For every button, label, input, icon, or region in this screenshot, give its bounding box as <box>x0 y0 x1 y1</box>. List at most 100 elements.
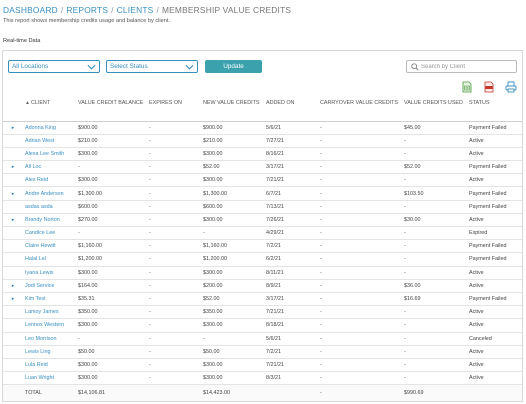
status-text: Active <box>467 213 522 228</box>
new-value-credits: $300.00 <box>201 318 264 333</box>
carryover-credits: - <box>318 266 402 280</box>
client-name-link[interactable]: Kim Test <box>23 292 76 307</box>
value-credit-balance: $210.00 <box>76 134 147 148</box>
value-credits-used: $52.00 <box>402 160 467 175</box>
expand-row-icon[interactable]: ▸ <box>3 186 23 201</box>
export-pdf-icon[interactable] <box>483 80 495 93</box>
client-name-link[interactable]: Jodi Service <box>23 279 76 293</box>
value-credit-balance: $300.00 <box>76 371 147 386</box>
client-search[interactable] <box>406 60 517 73</box>
added-on: 8/9/21 <box>264 279 318 293</box>
client-name-link[interactable]: Leo Morrison <box>23 332 76 346</box>
expand-row-icon[interactable]: ▸ <box>3 279 23 293</box>
column-header-used[interactable]: VALUE CREDITS USED <box>402 95 467 122</box>
client-name-link[interactable]: Lewis Ling <box>23 345 76 359</box>
client-name-link[interactable]: Iyana Lewis <box>23 266 76 280</box>
client-name-link[interactable]: All Loc <box>23 160 76 175</box>
client-name-link[interactable]: Adrian West <box>23 134 76 148</box>
client-name-link[interactable]: Andre Anderson <box>23 186 76 201</box>
status-text: Active <box>467 345 522 359</box>
export-excel-icon[interactable] <box>461 80 473 93</box>
client-name-link[interactable]: Adonna King <box>23 121 76 135</box>
value-credit-balance: $600.00 <box>76 200 147 214</box>
expand-row-icon[interactable]: ▸ <box>3 121 23 135</box>
column-header-status[interactable]: STATUS <box>467 95 522 122</box>
expand-toggle <box>3 305 23 320</box>
column-header-new-credits[interactable]: NEW VALUE CREDITS <box>201 95 264 122</box>
breadcrumb-reports[interactable]: REPORTS <box>66 5 108 15</box>
new-value-credits: $200.00 <box>201 279 264 293</box>
column-header-client[interactable]: ▲CLIENT <box>23 95 76 122</box>
expires-on: - <box>147 186 201 201</box>
client-name-link[interactable]: Claire Hewitt <box>23 239 76 254</box>
client-name-link[interactable]: asdas asda <box>23 200 76 214</box>
breadcrumb-dashboard[interactable]: DASHBOARD <box>3 5 58 15</box>
table-row: ▸ Jodi Service $164.00- $200.00 8/9/21- $36.0… <box>3 279 522 293</box>
expires-on: - <box>147 200 201 214</box>
status-text: Active <box>467 134 522 148</box>
client-name-link[interactable]: Candice Lee <box>23 226 76 241</box>
status-text: Payment Failed <box>467 160 522 175</box>
report-description: This report shows membership credits usa… <box>3 18 170 24</box>
value-credit-balance: - <box>76 226 147 241</box>
carryover-credits: - <box>318 186 402 201</box>
column-header-carryover[interactable]: CARRYOVER VALUE CREDITS <box>318 95 402 122</box>
carryover-credits: - <box>318 173 402 188</box>
added-on: 7/2/21 <box>264 345 318 359</box>
client-name-link[interactable]: Lamoy James <box>23 305 76 320</box>
table-row: ▸ Brandy Norton $270.00- $300.00 7/26/21- $30… <box>3 213 522 228</box>
expand-toggle <box>3 134 23 148</box>
expires-on: - <box>147 332 201 346</box>
new-value-credits: $900.00 <box>201 121 264 135</box>
carryover-credits: - <box>318 121 402 135</box>
value-credits-used: - <box>402 318 467 333</box>
total-status <box>467 384 522 401</box>
value-credits-used: - <box>402 358 467 373</box>
table-row: Lula Reid $300.00- $300.00 7/21/21- - Active <box>3 358 522 373</box>
client-name-link[interactable]: Lula Reid <box>23 358 76 373</box>
client-name-link[interactable]: Alexa Lee Smith <box>23 147 76 162</box>
breadcrumb-separator: / <box>156 5 159 15</box>
client-name-link[interactable]: Halal Lel <box>23 252 76 267</box>
status-text: Active <box>467 305 522 320</box>
expires-on: - <box>147 134 201 148</box>
sort-up-icon[interactable]: ▲ <box>25 100 30 107</box>
added-on: 5/6/21 <box>264 121 318 135</box>
value-credit-balance: - <box>76 160 147 175</box>
status-text: Active <box>467 358 522 373</box>
new-value-credits: $600.00 <box>201 200 264 214</box>
new-value-credits: $210.00 <box>201 134 264 148</box>
client-name-link[interactable]: Brandy Norton <box>23 213 76 228</box>
status-text: Payment Failed <box>467 252 522 267</box>
client-name-link[interactable]: Lennox Western <box>23 318 76 333</box>
breadcrumb-clients[interactable]: CLIENTS <box>117 5 154 15</box>
value-credit-balance: $1,200.00 <box>76 252 147 267</box>
added-on: 8/16/21 <box>264 147 318 162</box>
added-on: 8/18/21 <box>264 318 318 333</box>
expand-toggle <box>3 147 23 162</box>
value-credit-balance: - <box>76 332 147 346</box>
total-used: $990.69 <box>402 384 467 401</box>
carryover-credits: - <box>318 318 402 333</box>
expires-on: - <box>147 239 201 254</box>
column-header-balance[interactable]: VALUE CREDIT BALANCE <box>76 95 147 122</box>
location-select[interactable]: All Locations <box>8 60 100 73</box>
expand-row-icon[interactable]: ▸ <box>3 160 23 175</box>
client-name-link[interactable]: Luan Wright <box>23 371 76 386</box>
client-name-link[interactable]: Alex Reid <box>23 173 76 188</box>
expand-row-icon[interactable]: ▸ <box>3 213 23 228</box>
column-header-expires[interactable]: EXPIRES ON <box>147 95 201 122</box>
expires-on: - <box>147 305 201 320</box>
column-header-added-on[interactable]: ADDED ON <box>264 95 318 122</box>
carryover-credits: - <box>318 147 402 162</box>
carryover-credits: - <box>318 226 402 241</box>
print-icon[interactable] <box>505 80 517 93</box>
update-button[interactable]: Update <box>205 60 262 73</box>
new-value-credits: $52.00 <box>201 292 264 307</box>
status-text: Payment Failed <box>467 239 522 254</box>
status-text: Active <box>467 173 522 188</box>
status-select[interactable]: Select Status <box>106 60 198 73</box>
value-credits-used: - <box>402 332 467 346</box>
expand-row-icon[interactable]: ▸ <box>3 292 23 307</box>
search-input[interactable] <box>421 62 515 72</box>
